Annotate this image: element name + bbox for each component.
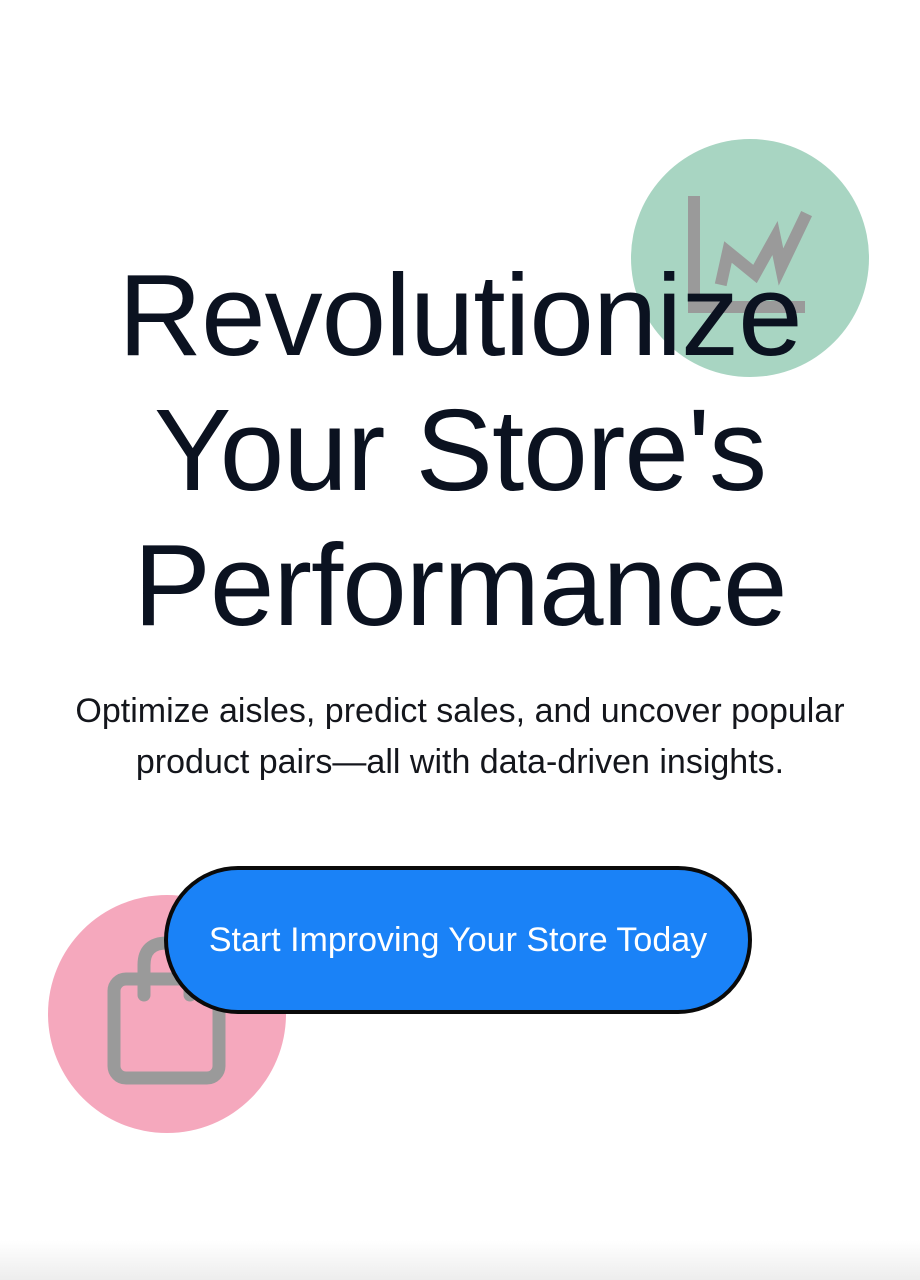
start-improving-button[interactable]: Start Improving Your Store Today bbox=[164, 866, 752, 1014]
hero-title-line: Performance bbox=[133, 520, 787, 650]
landing-page: Revolutionize Your Store's Performance O… bbox=[0, 0, 920, 1280]
bottom-fade bbox=[0, 1240, 920, 1280]
hero-subtitle: Optimize aisles, predict sales, and unco… bbox=[40, 686, 880, 788]
hero-title: Revolutionize Your Store's Performance bbox=[0, 248, 920, 653]
hero-subtitle-line: product pairs—all with data-driven insig… bbox=[135, 743, 785, 781]
hero-title-line: Your Store's bbox=[153, 385, 767, 515]
hero-subtitle-line: Optimize aisles, predict sales, and unco… bbox=[75, 692, 845, 730]
hero-title-line: Revolutionize bbox=[118, 250, 802, 380]
